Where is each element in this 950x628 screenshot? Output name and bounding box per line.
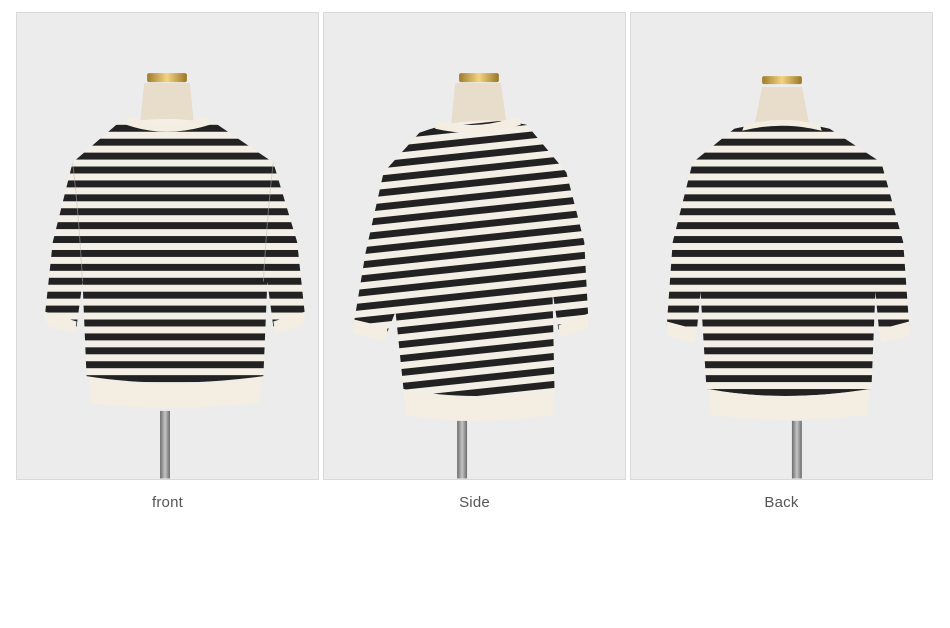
- side-view-photo: [324, 13, 625, 479]
- side-view-image[interactable]: [323, 12, 626, 480]
- product-image-gallery: front Side Back: [0, 0, 950, 628]
- back-caption: Back: [764, 494, 799, 511]
- front-caption: front: [151, 494, 183, 511]
- front-view-image[interactable]: [16, 12, 319, 480]
- back-view-photo: [631, 13, 932, 479]
- front-view-photo: [17, 13, 318, 479]
- side-caption: Side: [459, 494, 490, 511]
- back-view-image[interactable]: [630, 12, 933, 480]
